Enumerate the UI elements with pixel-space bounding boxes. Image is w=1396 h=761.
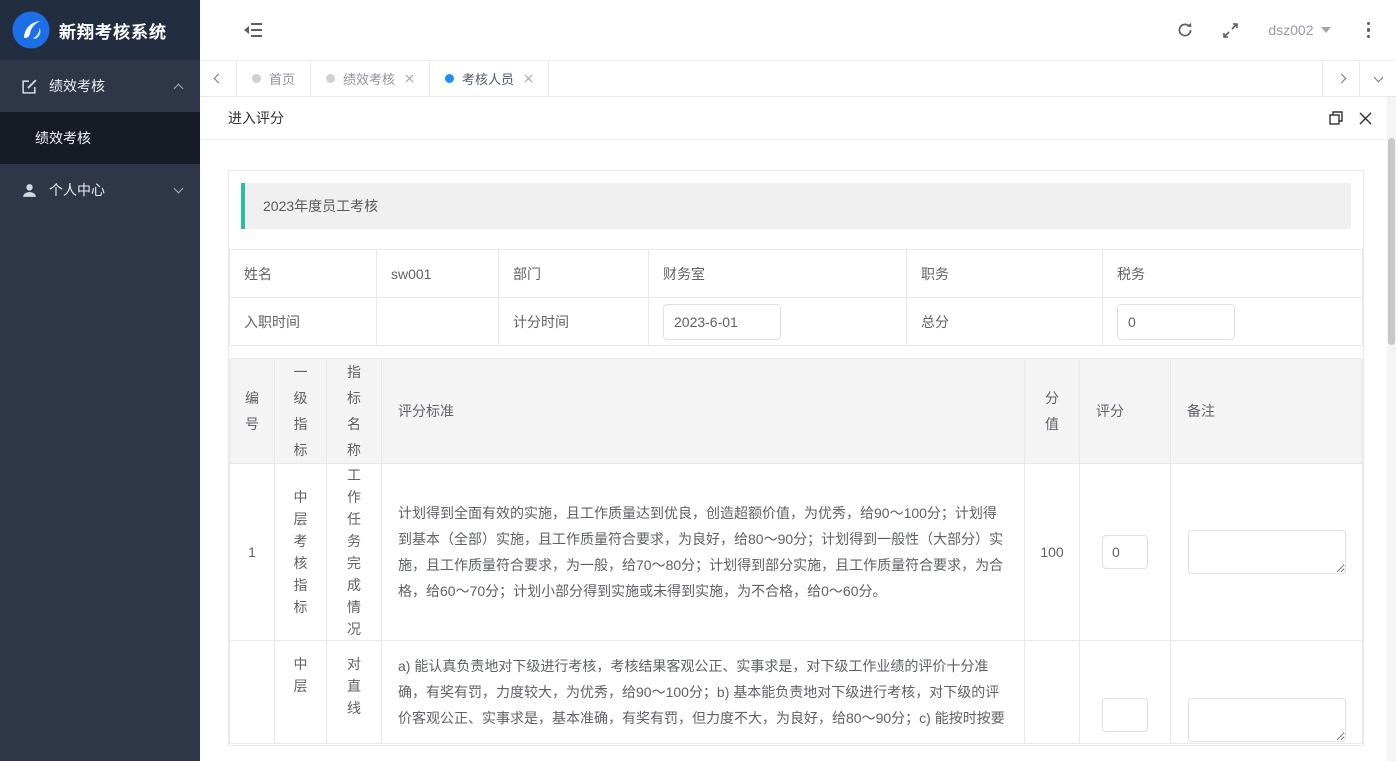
chevron-right-icon — [1336, 74, 1346, 84]
sidebar-menu: 绩效考核 绩效考核 个人中心 — [0, 60, 200, 216]
tab-label: 绩效考核 — [343, 69, 395, 88]
chevron-down-icon — [174, 184, 184, 194]
tabs-scroll-right-button[interactable] — [1322, 61, 1359, 96]
tabs-scroll-left-button[interactable] — [200, 61, 237, 96]
panel-header: 进入评分 — [200, 97, 1396, 140]
assessment-title: 2023年度员工考核 — [263, 198, 378, 214]
score-date-input[interactable] — [663, 304, 781, 340]
app-logo: 新翔考核系统 — [0, 0, 200, 60]
tab-label: 首页 — [269, 69, 295, 88]
col-remark: 备注 — [1171, 359, 1363, 464]
fullscreen-icon[interactable] — [1223, 23, 1238, 38]
score-table-header: 编号 一级指标 指标名称 评分标准 分值 评分 备注 — [230, 359, 1363, 464]
chevron-left-icon — [213, 74, 223, 84]
row-indicator: 工作任务完成情况 — [327, 464, 382, 641]
row-level1: 中层 — [275, 641, 327, 744]
sidebar-item-personal-center[interactable]: 个人中心 — [0, 164, 200, 216]
duty-value: 税务 — [1103, 250, 1363, 298]
sidebar: 新翔考核系统 绩效考核 绩效考核 — [0, 0, 200, 761]
sidebar-item-label: 个人中心 — [49, 180, 175, 200]
row-no — [230, 641, 275, 744]
assessment-card: 2023年度员工考核 姓名 sw001 部门 财务室 职务 — [228, 170, 1364, 746]
close-panel-icon[interactable] — [1359, 112, 1372, 125]
content-area: 2023年度员工考核 姓名 sw001 部门 财务室 职务 — [200, 140, 1396, 761]
row-no: 1 — [230, 464, 275, 641]
username: dsz002 — [1268, 22, 1313, 38]
tab-assessors[interactable]: 考核人员 — [430, 61, 549, 96]
tab-dot-icon — [326, 74, 335, 83]
panel-window-controls — [1329, 111, 1372, 125]
hire-date-label: 入职时间 — [230, 298, 377, 346]
chevron-up-icon — [174, 83, 184, 93]
row-points — [1025, 641, 1080, 744]
user-dropdown[interactable]: dsz002 — [1268, 22, 1330, 38]
row-standard: 计划得到全面有效的实施，且工作质量达到优良，创造超额价值，为优秀，给90～100… — [382, 464, 1025, 641]
assessment-title-banner: 2023年度员工考核 — [241, 183, 1351, 229]
row-points: 100 — [1025, 464, 1080, 641]
name-value: sw001 — [377, 250, 499, 298]
row-level1: 中层考核指标 — [275, 464, 327, 641]
sidebar-subitem-performance[interactable]: 绩效考核 — [0, 112, 200, 164]
navbar-actions: dsz002 — [1177, 20, 1376, 41]
tabs-menu-button[interactable] — [1359, 61, 1396, 96]
main-area: dsz002 首页 绩效考核 — [200, 0, 1396, 761]
col-points: 分值 — [1025, 359, 1080, 464]
dept-label: 部门 — [499, 250, 649, 298]
app-logo-icon — [12, 11, 50, 49]
score-input[interactable] — [1102, 535, 1148, 569]
sidebar-subitem-label: 绩效考核 — [35, 128, 91, 148]
col-standard: 评分标准 — [382, 359, 1025, 464]
edit-icon — [21, 78, 38, 95]
scrollbar[interactable] — [1387, 97, 1396, 761]
user-icon — [21, 182, 38, 199]
tab-label: 考核人员 — [462, 69, 514, 88]
sidebar-item-label: 绩效考核 — [49, 76, 175, 96]
col-indicator: 指标名称 — [327, 359, 382, 464]
info-row: 入职时间 计分时间 总分 — [230, 298, 1363, 346]
tab-dot-icon — [252, 74, 261, 83]
duty-label: 职务 — [907, 250, 1103, 298]
restore-window-icon[interactable] — [1329, 111, 1343, 125]
total-score-label: 总分 — [907, 298, 1103, 346]
score-table: 编号 一级指标 指标名称 评分标准 分值 评分 备注 1 中层考核指标 工作任务… — [229, 358, 1363, 744]
remark-textarea[interactable] — [1188, 530, 1346, 574]
app-root: 新翔考核系统 绩效考核 绩效考核 — [0, 0, 1396, 761]
caret-down-icon — [1321, 27, 1331, 33]
row-indicator: 对直线 — [327, 641, 382, 744]
info-row: 姓名 sw001 部门 财务室 职务 税务 — [230, 250, 1363, 298]
score-row: 中层 对直线 a) 能认真负责地对下级进行考核，考核结果客观公正、实事求是，对下… — [230, 641, 1363, 744]
close-tab-icon[interactable] — [405, 74, 414, 83]
panel-title: 进入评分 — [228, 108, 284, 128]
col-no: 编号 — [230, 359, 275, 464]
score-input[interactable] — [1102, 698, 1148, 732]
more-menu-icon[interactable] — [1361, 20, 1377, 41]
score-date-label: 计分时间 — [499, 298, 649, 346]
total-score-input[interactable] — [1117, 304, 1235, 340]
col-score: 评分 — [1080, 359, 1171, 464]
tab-bar: 首页 绩效考核 考核人员 — [200, 60, 1396, 97]
close-tab-icon[interactable] — [524, 74, 533, 83]
hire-date-value — [377, 298, 499, 346]
employee-info-table: 姓名 sw001 部门 财务室 职务 税务 入职时间 计分时间 — [229, 249, 1363, 346]
scrollbar-thumb[interactable] — [1388, 138, 1395, 345]
top-navbar: dsz002 — [200, 0, 1396, 60]
tab-dot-icon — [445, 74, 454, 83]
refresh-icon[interactable] — [1177, 22, 1193, 38]
tab-performance[interactable]: 绩效考核 — [311, 61, 430, 96]
score-row: 1 中层考核指标 工作任务完成情况 计划得到全面有效的实施，且工作质量达到优良，… — [230, 464, 1363, 641]
chevron-down-icon — [1373, 72, 1383, 82]
app-title: 新翔考核系统 — [59, 18, 167, 43]
dept-value: 财务室 — [649, 250, 907, 298]
tab-home[interactable]: 首页 — [237, 61, 311, 96]
sidebar-collapse-icon[interactable] — [244, 22, 262, 38]
row-standard: a) 能认真负责地对下级进行考核，考核结果客观公正、实事求是，对下级工作业绩的评… — [382, 641, 1025, 744]
name-label: 姓名 — [230, 250, 377, 298]
remark-textarea[interactable] — [1188, 698, 1346, 742]
tabs: 首页 绩效考核 考核人员 — [237, 61, 1322, 96]
col-level1: 一级指标 — [275, 359, 327, 464]
sidebar-item-performance[interactable]: 绩效考核 — [0, 60, 200, 112]
